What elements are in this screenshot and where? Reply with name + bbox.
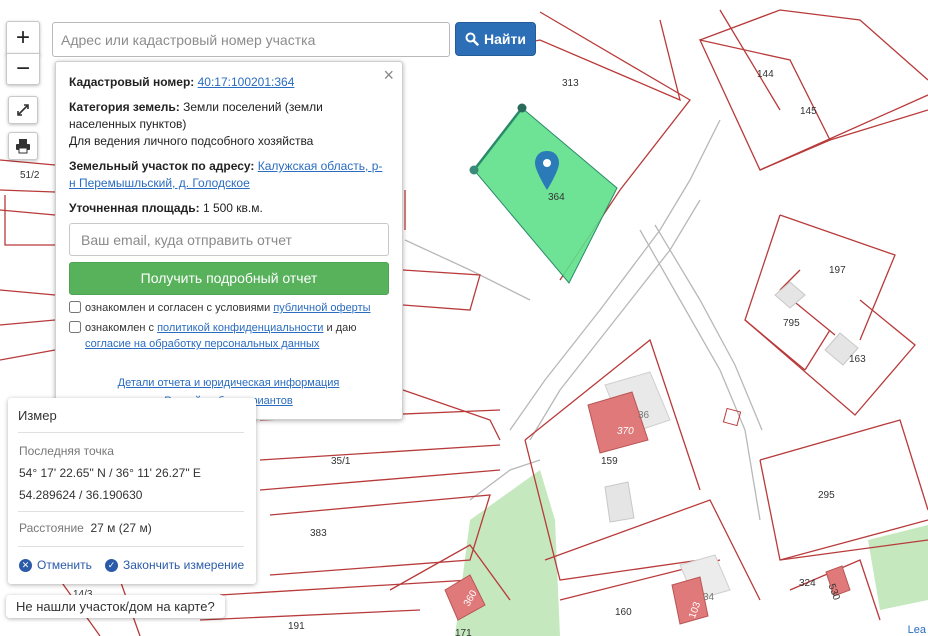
parcel-label: 191 <box>288 621 305 632</box>
area-value: 1 500 кв.м. <box>202 201 263 215</box>
cancel-icon: ✕ <box>19 558 32 572</box>
cancel-measure-button[interactable]: ✕ Отменить <box>19 558 92 572</box>
consent-offer-checkbox[interactable] <box>69 301 81 313</box>
cadastral-number-row: Кадастровый номер: 40:17:100201:364 <box>69 74 388 91</box>
address-label: Земельный участок по адресу: <box>69 159 255 173</box>
cadastral-number-link[interactable]: 40:17:100201:364 <box>198 75 295 89</box>
finish-measure-button[interactable]: ✓ Закончить измерение <box>105 558 244 572</box>
get-report-button[interactable]: Получить подробный отчет <box>69 262 389 295</box>
category-label: Категория земель: <box>69 100 180 114</box>
search-icon <box>465 32 479 46</box>
measure-point[interactable] <box>469 165 479 175</box>
parcel-label: 163 <box>849 354 866 365</box>
print-button[interactable] <box>8 132 38 160</box>
parcel-label: 160 <box>615 607 632 618</box>
consent-offer-row: ознакомлен и согласен с условиями публич… <box>69 300 388 316</box>
consent-privacy-text: ознакомлен с политикой конфиденциальност… <box>85 322 357 350</box>
parcel-label: 197 <box>829 265 846 276</box>
parcel-label: 36 <box>638 410 650 421</box>
search-input[interactable] <box>52 22 450 57</box>
personal-data-consent-link[interactable]: согласие на обработку персональных данны… <box>85 338 319 350</box>
parcel-info-popup: × Кадастровый номер: 40:17:100201:364 Ка… <box>55 61 403 420</box>
area-label: Уточненная площадь: <box>69 201 200 215</box>
consent-privacy-checkbox[interactable] <box>69 321 81 333</box>
parcel-label: 34 <box>703 592 715 603</box>
area-row: Уточненная площадь: 1 500 кв.м. <box>69 200 388 217</box>
report-details-link[interactable]: Детали отчета и юридическая информация <box>69 374 388 392</box>
print-icon <box>16 139 30 154</box>
zoom-in-button[interactable]: + <box>6 21 40 55</box>
parcel-label: 795 <box>783 318 800 329</box>
attribution-link[interactable]: Lea <box>905 624 928 636</box>
divider <box>18 546 244 547</box>
search-button[interactable]: Найти <box>455 22 536 56</box>
search-button-label: Найти <box>484 31 526 47</box>
parcel-label: 370 <box>617 426 634 437</box>
fullscreen-icon <box>17 104 29 116</box>
category-row: Категория земель: Земли поселений (земли… <box>69 99 388 150</box>
public-offer-link[interactable]: публичной оферты <box>273 302 370 314</box>
cancel-measure-label: Отменить <box>37 558 92 572</box>
divider <box>18 511 244 512</box>
divider <box>18 432 244 433</box>
consent-offer-text: ознакомлен и согласен с условиями публич… <box>85 302 371 314</box>
measurement-panel: Измер Последняя точка 54° 17' 22.65" N /… <box>8 398 256 584</box>
parcel-label: 145 <box>800 106 817 117</box>
parcel-label: 364 <box>548 192 565 203</box>
parcel-label: 51/2 <box>20 170 40 181</box>
last-point-label: Последняя точка <box>19 444 114 458</box>
privacy-policy-link[interactable]: политикой конфиденциальности <box>157 322 323 334</box>
address-row: Земельный участок по адресу: Калужская о… <box>69 158 388 192</box>
parcel-label: 144 <box>757 69 774 80</box>
parcel-label: 383 <box>310 528 327 539</box>
parcel-label: 295 <box>818 490 835 501</box>
parcel-label: 324 <box>799 578 816 589</box>
parcel-label: 313 <box>562 78 579 89</box>
parcel-label: 171 <box>455 628 472 636</box>
measure-title: Измер <box>18 408 57 423</box>
cadastral-label: Кадастровый номер: <box>69 75 195 89</box>
usage-value: Для ведения личного подсобного хозяйства <box>69 134 314 148</box>
last-point-decimal: 54.289624 / 36.190630 <box>19 488 143 502</box>
email-field[interactable] <box>69 223 389 256</box>
check-icon: ✓ <box>105 558 118 572</box>
parcel-label: 159 <box>601 456 618 467</box>
not-found-button[interactable]: Не нашли участок/дом на карте? <box>6 595 225 618</box>
distance-row: Расстояние 27 м (27 м) <box>19 521 152 535</box>
finish-measure-label: Закончить измерение <box>123 558 245 572</box>
close-icon[interactable]: × <box>383 66 394 84</box>
consent-privacy-row: ознакомлен с политикой конфиденциальност… <box>69 320 388 352</box>
measure-point[interactable] <box>517 103 527 113</box>
last-point-dms: 54° 17' 22.65" N / 36° 11' 26.27" E <box>19 466 201 480</box>
parcel-label: 35/1 <box>331 456 351 467</box>
zoom-out-button[interactable]: − <box>6 53 40 85</box>
fullscreen-button[interactable] <box>8 96 38 124</box>
